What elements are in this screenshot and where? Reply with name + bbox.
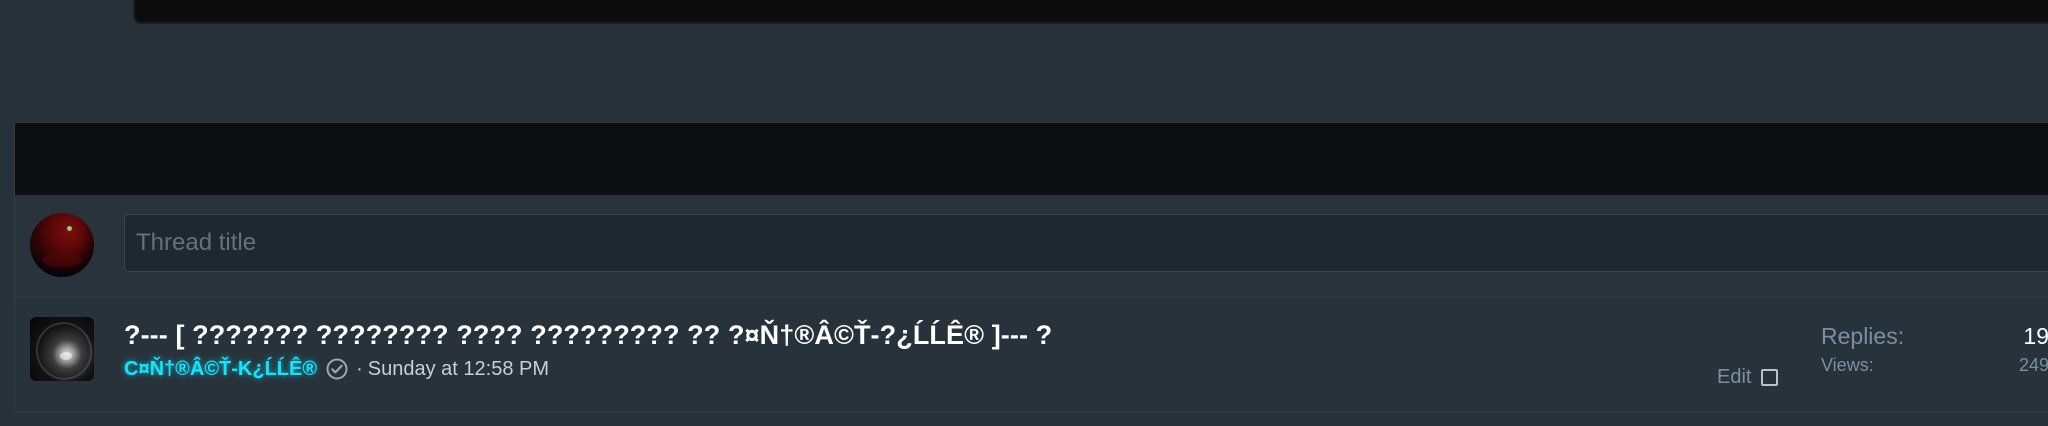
thread-stats: Replies: 19 Views: 249 [1821, 323, 2048, 379]
thread-title-input[interactable] [124, 214, 2048, 272]
quick-thread-row [14, 196, 2048, 298]
forum-page: ?--- [ ??????? ???????? ???? ????????? ?… [0, 0, 2048, 426]
thread-actions: Edit [1717, 363, 1779, 391]
check-circle-icon [326, 358, 348, 380]
forum-header-bar [14, 122, 2048, 195]
user-avatar[interactable] [30, 213, 94, 277]
replies-count: 19 [2023, 323, 2048, 349]
views-count: 249 [2018, 355, 2048, 375]
replies-stat: Replies: 19 [1821, 323, 2048, 355]
views-label: Views: [1821, 355, 1874, 375]
checkbox-icon[interactable] [1761, 368, 1779, 386]
edit-thread-link[interactable]: Edit [1717, 366, 1751, 389]
top-dark-banner [133, 0, 2048, 24]
thread-list-item: ?--- [ ??????? ???????? ???? ????????? ?… [14, 299, 2048, 413]
views-stat: Views: 249 [1821, 355, 2048, 379]
replies-label: Replies: [1821, 323, 1905, 349]
thread-meta: C¤Ň†®Â©Ť-K¿ĹĹÊ® · Sunday at 12:58 PM [124, 355, 1774, 383]
thread-author-link[interactable]: C¤Ň†®Â©Ť-K¿ĹĹÊ® [124, 358, 317, 381]
thread-main-content: ?--- [ ??????? ???????? ???? ????????? ?… [124, 318, 1774, 383]
meta-separator: · [356, 357, 363, 380]
thread-title-link[interactable]: ?--- [ ??????? ???????? ???? ????????? ?… [124, 318, 1774, 353]
thread-post-date[interactable]: Sunday at 12:58 PM [368, 358, 549, 381]
thread-author-avatar[interactable] [30, 317, 94, 381]
